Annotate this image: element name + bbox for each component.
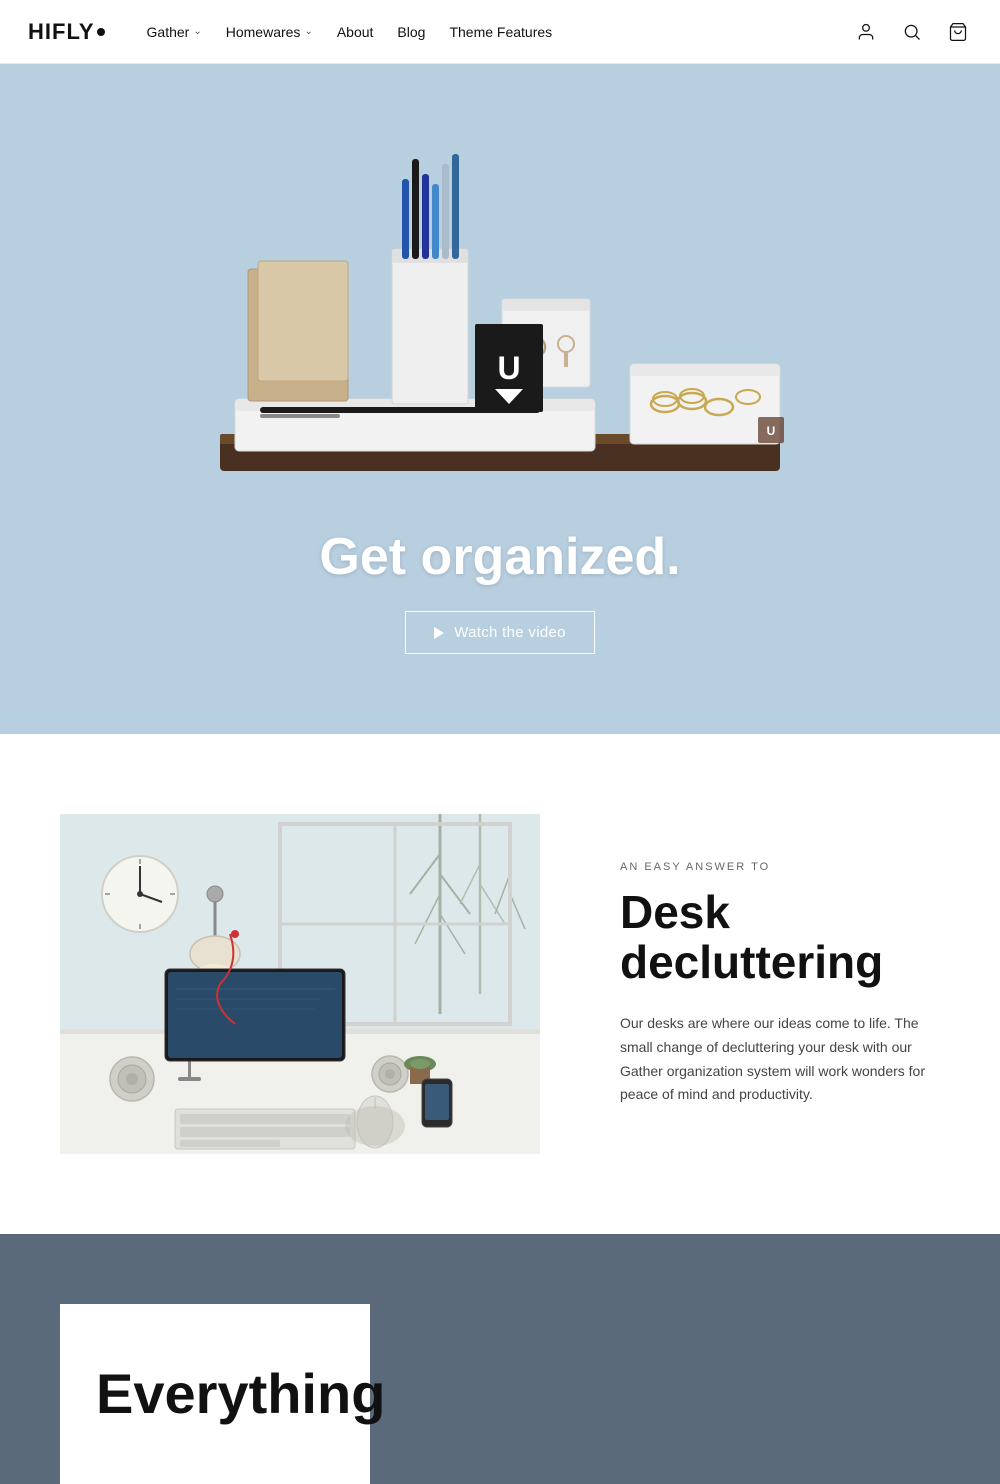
nav-icons [852,18,972,46]
hero-content: Get organized. Watch the video [319,527,680,654]
info-eyebrow: AN EASY ANSWER TO [620,861,940,873]
watch-video-button[interactable]: Watch the video [405,611,595,654]
nav-item-homewares[interactable]: Homewares ⌄ [216,16,323,48]
navbar: HIFLY Gather ⌄ Homewares ⌄ About Blog Th… [0,0,1000,64]
logo-registered [97,28,105,36]
everything-section: Everything [0,1234,1000,1484]
info-section: AN EASY ANSWER TO Desk decluttering Our … [0,734,1000,1234]
hero-section: U U Get organized. Watch the video [0,64,1000,734]
desk-organizer-illustration: U U [140,129,860,509]
nav-item-gather[interactable]: Gather ⌄ [137,16,212,48]
info-heading: Desk decluttering [620,887,940,988]
desk-scene-illustration [60,814,540,1154]
hero-image-area: U U [0,64,1000,574]
play-icon [434,627,444,639]
everything-title: Everything [96,1366,385,1422]
nav-item-blog[interactable]: Blog [387,16,435,48]
nav-item-theme-features[interactable]: Theme Features [439,16,562,48]
everything-box: Everything [60,1304,370,1484]
nav-item-about[interactable]: About [327,16,384,48]
info-text-block: AN EASY ANSWER TO Desk decluttering Our … [620,861,940,1107]
logo-text: HIFLY [28,19,95,45]
svg-text:U: U [767,424,776,438]
search-button[interactable] [898,18,926,46]
logo[interactable]: HIFLY [28,19,105,45]
cart-icon [948,22,968,42]
watch-video-label: Watch the video [454,624,566,641]
cart-button[interactable] [944,18,972,46]
chevron-down-icon: ⌄ [193,26,201,37]
hero-title: Get organized. [319,527,680,587]
nav-links: Gather ⌄ Homewares ⌄ About Blog Theme Fe… [137,16,852,48]
account-button[interactable] [852,18,880,46]
info-body: Our desks are where our ideas come to li… [620,1012,940,1107]
search-icon [902,22,922,42]
chevron-down-icon: ⌄ [304,26,312,37]
account-icon [856,22,876,42]
desk-image [60,814,540,1154]
svg-text:U: U [497,350,520,386]
